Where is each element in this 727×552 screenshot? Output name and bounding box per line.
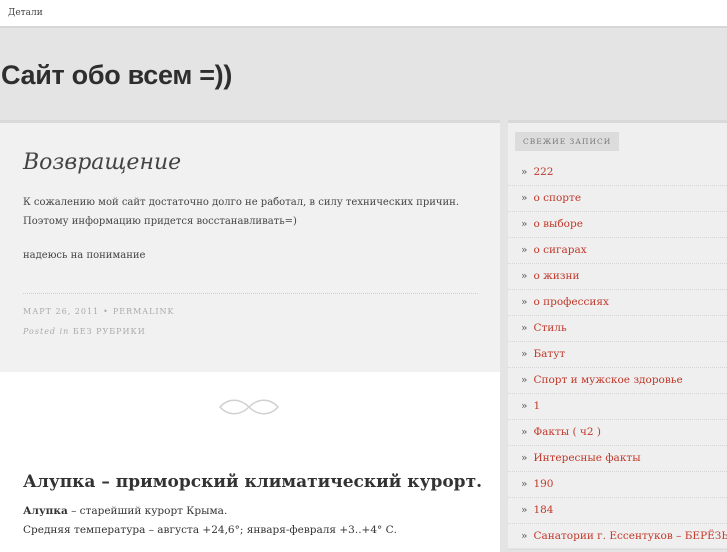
raquo-icon: » <box>521 296 528 308</box>
recent-post-item: » о выборе <box>508 212 727 238</box>
permalink-link[interactable]: PERMALINK <box>113 307 175 316</box>
recent-post-item: » Стиль <box>508 316 727 342</box>
post-date-link[interactable]: МАРТ 26, 2011 <box>23 307 99 316</box>
post-paragraph: К сожалению мой сайт достаточно долго не… <box>23 197 460 227</box>
recent-post-item: » о спорте <box>508 186 727 212</box>
recent-post-link[interactable]: 1 <box>533 400 540 412</box>
bold-term: Алупка <box>23 505 68 517</box>
recent-post-link[interactable]: Стиль <box>533 322 566 334</box>
meta-bullet: • <box>103 307 109 316</box>
recent-post-link[interactable]: о жизни <box>533 270 579 282</box>
post-return: Возвращение К сожалению мой сайт достато… <box>0 120 500 373</box>
recent-posts-list: » 222 » о спорте » о выборе » о сигарах » о ж… <box>508 160 727 550</box>
post-paragraph: надеюсь на понимание <box>23 250 146 261</box>
recent-post-link[interactable]: 222 <box>533 166 553 178</box>
raquo-icon: » <box>521 322 528 334</box>
details-link[interactable]: Детали <box>8 8 43 18</box>
line-text: – старейший курорт Крыма. <box>67 505 228 517</box>
post-paragraph: Алупка – старейший курорт Крыма. <box>23 505 227 517</box>
recent-post-link[interactable]: о спорте <box>533 192 581 204</box>
site-title[interactable]: Сайт обо всем =)) <box>1 60 232 91</box>
recent-post-link[interactable]: 184 <box>533 504 553 516</box>
recent-post-link[interactable]: Санатории г. Ессентуков – БЕРЁЗЫ, <box>533 530 727 542</box>
recent-post-item: » 1 <box>508 394 727 420</box>
recent-post-item: » Факты ( ч2 ) <box>508 420 727 446</box>
recent-post-item: » 222 <box>508 160 727 186</box>
post-category-meta: Posted in БЕЗ РУБРИКИ <box>23 327 146 336</box>
recent-post-link[interactable]: Интересные факты <box>533 452 640 464</box>
raquo-icon: » <box>521 270 528 282</box>
raquo-icon: » <box>521 244 528 256</box>
recent-post-link[interactable]: о сигарах <box>533 244 586 256</box>
site-header: Сайт обо всем =)) <box>0 28 727 118</box>
raquo-icon: » <box>521 192 528 204</box>
post-title[interactable]: Возвращение <box>23 150 181 175</box>
recent-post-item: » Спорт и мужское здоровье <box>508 368 727 394</box>
recent-post-item: » 190 <box>508 472 727 498</box>
raquo-icon: » <box>521 530 528 542</box>
post-paragraph: Средняя температура – августа +24,6°; ян… <box>23 524 397 536</box>
top-bar: Детали <box>0 0 727 28</box>
recent-post-item: » о профессиях <box>508 290 727 316</box>
recent-post-item: » 184 <box>508 498 727 524</box>
raquo-icon: » <box>521 504 528 516</box>
main-content: Возвращение К сожалению мой сайт достато… <box>0 120 500 552</box>
sidebar: СВЕЖИЕ ЗАПИСИ » 222 » о спорте » о выборе »… <box>508 120 727 550</box>
post-alupka: Алупка – приморский климатический курорт… <box>0 372 500 552</box>
recent-post-link[interactable]: Спорт и мужское здоровье <box>533 374 682 386</box>
raquo-icon: » <box>521 400 528 412</box>
posted-in-label: Posted in <box>23 327 70 336</box>
recent-post-item: » Интересные факты <box>508 446 727 472</box>
recent-post-link[interactable]: Батут <box>533 348 565 360</box>
recent-post-item: » Санатории г. Ессентуков – БЕРЁЗЫ, <box>508 524 727 550</box>
recent-post-link[interactable]: о выборе <box>533 218 583 230</box>
raquo-icon: » <box>521 452 528 464</box>
raquo-icon: » <box>521 348 528 360</box>
ornament-divider-icon <box>219 399 279 415</box>
category-link[interactable]: БЕЗ РУБРИКИ <box>73 327 146 336</box>
recent-post-item: » о жизни <box>508 264 727 290</box>
recent-post-link[interactable]: о профессиях <box>533 296 608 308</box>
recent-post-link[interactable]: 190 <box>533 478 553 490</box>
recent-post-item: » о сигарах <box>508 238 727 264</box>
raquo-icon: » <box>521 374 528 386</box>
raquo-icon: » <box>521 218 528 230</box>
recent-post-link[interactable]: Факты ( ч2 ) <box>533 426 601 438</box>
recent-posts-title: СВЕЖИЕ ЗАПИСИ <box>515 132 620 151</box>
post-meta: МАРТ 26, 2011 • PERMALINK <box>23 307 175 316</box>
divider <box>23 293 478 294</box>
raquo-icon: » <box>521 426 528 438</box>
raquo-icon: » <box>521 166 528 178</box>
recent-post-item: » Батут <box>508 342 727 368</box>
post-title[interactable]: Алупка – приморский климатический курорт… <box>23 472 482 492</box>
raquo-icon: » <box>521 478 528 490</box>
